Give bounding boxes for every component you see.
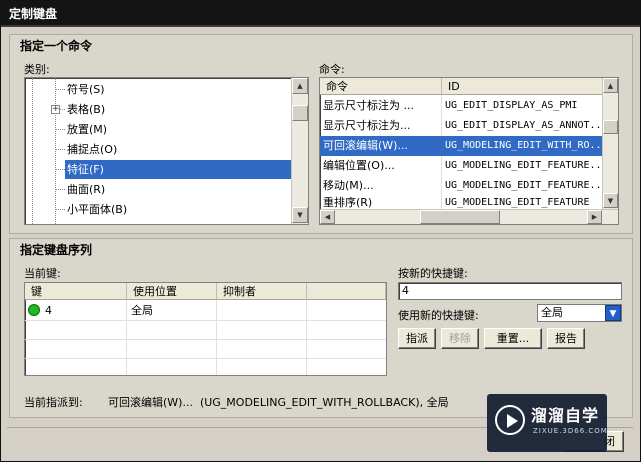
scroll-left-icon[interactable]: ◀ xyxy=(320,210,335,224)
commands-table[interactable]: 命令 ID 显示尺寸标注为 ... UG_EDIT_DISPLAY_AS_PMI… xyxy=(319,77,619,225)
column-header-suppressed-by[interactable]: 抑制者 xyxy=(217,283,307,300)
category-item[interactable]: 捕捉点(O) xyxy=(65,140,225,159)
category-item[interactable]: 表格(B) xyxy=(65,100,225,119)
category-item[interactable]: 符号(S) xyxy=(65,80,225,99)
category-item[interactable]: 小平面体(B) xyxy=(65,200,225,219)
column-header-location[interactable]: 使用位置 xyxy=(127,283,217,300)
id-cell: UG_MODELING_EDIT_FEATURE... xyxy=(445,180,602,191)
category-item-selected[interactable]: 特征(F) xyxy=(65,160,291,179)
category-tree[interactable]: 符号(S) + 表格(B) 放置(M) 捕捉点(O) 特征(F) 曲面(R) 小… xyxy=(24,77,309,225)
column-header-blank xyxy=(307,283,386,300)
new-shortcut-input[interactable]: 4 xyxy=(398,282,622,300)
id-cell: UG_EDIT_DISPLAY_AS_ANNOT... xyxy=(445,120,602,131)
category-scrollbar[interactable]: ▲ ▼ xyxy=(291,78,308,224)
customize-keyboard-dialog: 定制键盘 指定一个命令 类别: 命令: 符号(S) + 表格(B) 放置(M) … xyxy=(0,0,641,462)
scroll-thumb[interactable] xyxy=(292,105,308,121)
table-row[interactable]: 4 全局 xyxy=(25,301,386,320)
watermark-logo: 溜溜自学 ZIXUE.3D66.COM xyxy=(487,394,607,452)
command-label: 命令: xyxy=(319,63,345,76)
commands-hscrollbar[interactable]: ◀ ▶ xyxy=(320,209,618,224)
status-dot-icon xyxy=(28,304,40,316)
table-row[interactable]: 显示尺寸标注为 ... UG_EDIT_DISPLAY_AS_PMI xyxy=(320,96,602,116)
play-logo-icon xyxy=(495,405,525,435)
watermark-url: ZIXUE.3D66.COM xyxy=(533,427,608,435)
tree-branch-line xyxy=(55,89,65,90)
category-item[interactable]: 放置(M) xyxy=(65,120,225,139)
id-cell: UG_MODELING_EDIT_FEATURE... xyxy=(445,160,602,171)
scroll-down-icon[interactable]: ▼ xyxy=(603,193,618,208)
current-assignment-value: 可回滚编辑(W)... (UG_MODELING_EDIT_WITH_ROLLB… xyxy=(108,396,449,409)
command-cell: 编辑位置(O)... xyxy=(323,159,395,172)
scroll-thumb[interactable] xyxy=(603,120,618,134)
assign-button[interactable]: 指派 xyxy=(398,328,436,349)
table-row[interactable]: 移动(M)... UG_MODELING_EDIT_FEATURE... xyxy=(320,176,602,196)
command-cell: 移动(M)... xyxy=(323,179,374,192)
column-header-command[interactable]: 命令 xyxy=(320,78,442,95)
table-row[interactable]: 编辑位置(O)... UG_MODELING_EDIT_FEATURE... xyxy=(320,156,602,176)
current-keys-label: 当前键: xyxy=(24,267,61,280)
use-shortcut-label: 使用新的快捷键: xyxy=(398,309,479,322)
reset-button[interactable]: 重置... xyxy=(484,328,542,349)
column-header-key[interactable]: 键 xyxy=(25,283,127,300)
commands-vscrollbar[interactable]: ▲ ▼ xyxy=(602,78,618,209)
tree-guide-line xyxy=(32,78,33,224)
tree-branch-line xyxy=(55,189,65,190)
grid-line xyxy=(25,320,386,321)
tree-branch-line xyxy=(55,209,65,210)
location-cell: 全局 xyxy=(131,304,153,317)
category-label: 类别: xyxy=(24,63,50,76)
current-assignment-label: 当前指派到: xyxy=(24,396,83,409)
table-row[interactable]: 重排序(R) UG_MODELING_EDIT_FEATURE xyxy=(320,196,602,210)
table-row-selected[interactable]: 可回滚编辑(W)... UG_MODELING_EDIT_WITH_RO... xyxy=(320,136,602,156)
assign-command-title: 指定一个命令 xyxy=(20,39,93,53)
tree-branch-line xyxy=(55,129,65,130)
current-keys-table[interactable]: 键 使用位置 抑制者 4 全局 xyxy=(24,282,387,376)
expand-plus-icon[interactable]: + xyxy=(51,105,60,114)
scroll-up-icon[interactable]: ▲ xyxy=(603,78,618,93)
dropdown-arrow-icon[interactable]: ▼ xyxy=(605,305,621,321)
new-shortcut-label: 按新的快捷键: xyxy=(398,267,468,280)
command-cell: 重排序(R) xyxy=(323,196,373,209)
key-cell: 4 xyxy=(45,304,52,317)
table-row[interactable]: 显示尺寸标注为... UG_EDIT_DISPLAY_AS_ANNOT... xyxy=(320,116,602,136)
use-shortcut-value: 全局 xyxy=(541,306,563,319)
remove-button[interactable]: 移除 xyxy=(441,328,479,349)
scroll-thumb[interactable] xyxy=(420,210,500,224)
id-cell: UG_MODELING_EDIT_WITH_RO... xyxy=(445,140,602,151)
tree-guide-line xyxy=(55,78,56,224)
scroll-up-icon[interactable]: ▲ xyxy=(292,78,308,94)
scroll-right-icon[interactable]: ▶ xyxy=(587,210,602,224)
command-cell: 可回滚编辑(W)... xyxy=(323,139,408,152)
grid-line xyxy=(25,358,386,359)
watermark-brand: 溜溜自学 xyxy=(531,406,600,425)
command-cell: 显示尺寸标注为... xyxy=(323,119,411,132)
tree-branch-line xyxy=(55,169,65,170)
tree-branch-line xyxy=(55,149,65,150)
dialog-title: 定制键盘 xyxy=(1,1,640,27)
suppressed-by-cell xyxy=(218,301,304,320)
category-item[interactable]: 曲面(R) xyxy=(65,180,225,199)
column-header-id[interactable]: ID xyxy=(442,78,604,95)
report-button[interactable]: 报告 xyxy=(547,328,585,349)
grid-line xyxy=(25,339,386,340)
id-cell: UG_MODELING_EDIT_FEATURE xyxy=(445,197,590,208)
command-cell: 显示尺寸标注为 ... xyxy=(323,99,414,112)
key-sequence-title: 指定键盘序列 xyxy=(20,243,93,257)
use-shortcut-select[interactable]: 全局 ▼ xyxy=(537,304,622,322)
id-cell: UG_EDIT_DISPLAY_AS_PMI xyxy=(445,100,578,111)
scroll-down-icon[interactable]: ▼ xyxy=(292,207,308,223)
